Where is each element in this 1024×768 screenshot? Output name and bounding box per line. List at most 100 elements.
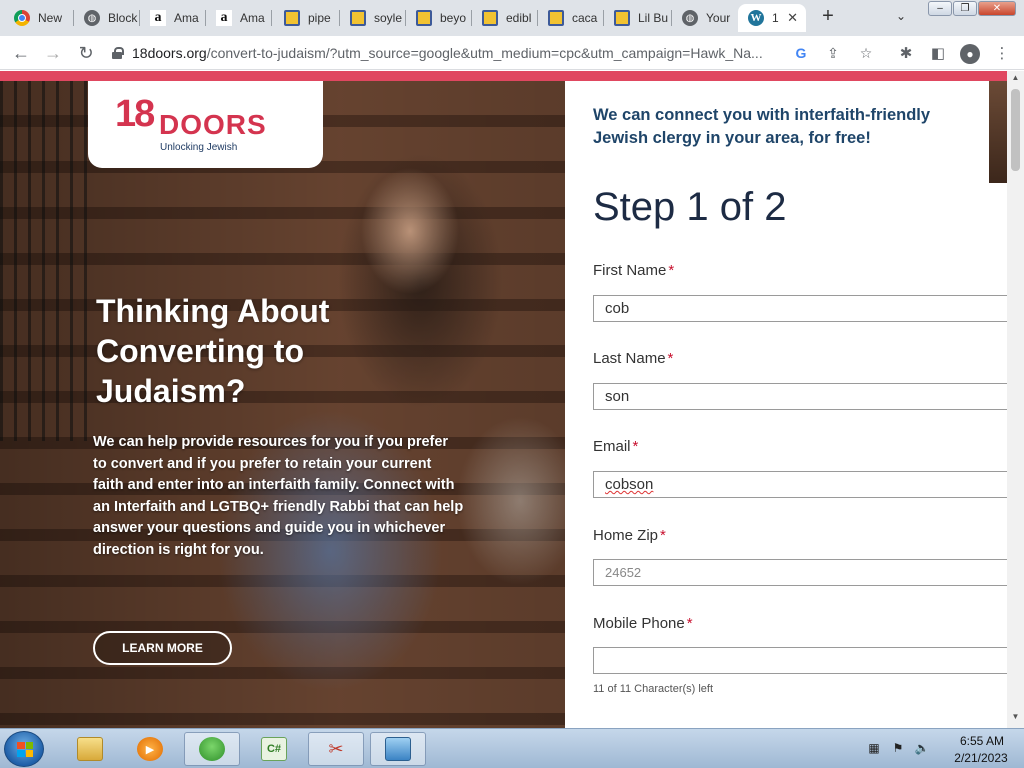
side-panel-icon[interactable]: ◧ — [928, 44, 948, 64]
clock-time[interactable]: 6:55 AM — [950, 734, 1014, 748]
tab-pipe[interactable]: pipe — [274, 4, 340, 32]
tab-your[interactable]: ◍ Your — [672, 4, 738, 32]
folder-icon — [77, 737, 103, 761]
last-name-field[interactable]: son — [593, 383, 1013, 410]
shopping-bag-icon — [350, 10, 366, 26]
volume-icon[interactable]: 🔈 — [914, 741, 930, 757]
tab-lil-bu[interactable]: Lil Bu — [604, 4, 672, 32]
tab-block[interactable]: ◍ Block — [74, 4, 140, 32]
shopping-bag-icon — [416, 10, 432, 26]
logo-wordmark: DOORS — [159, 109, 267, 140]
extensions-puzzle-icon[interactable]: ✱ — [896, 44, 916, 64]
required-marker: * — [632, 438, 639, 455]
first-name-field[interactable]: cob — [593, 295, 1013, 322]
learn-more-button[interactable]: LEARN MORE — [93, 631, 232, 665]
clock-date[interactable]: 2/21/2023 — [944, 751, 1018, 765]
label-text: Home Zip — [593, 527, 659, 544]
menu-kebab-icon[interactable]: ⋮ — [992, 44, 1012, 64]
taskbar-image-viewer[interactable] — [370, 732, 426, 766]
hero-body-text: We can help provide resources for you if… — [93, 434, 464, 558]
required-marker: * — [667, 350, 674, 367]
first-name-label: First Name * — [593, 262, 674, 279]
shopping-bag-icon — [482, 10, 498, 26]
form-step-heading: Step 1 of 2 — [593, 185, 787, 229]
home-zip-label: Home Zip * — [593, 527, 666, 544]
taskbar-media-player[interactable]: ▶ — [122, 732, 178, 766]
tab-label: beyo — [440, 11, 467, 25]
scroll-down-arrow-icon[interactable]: ▼ — [1007, 712, 1024, 724]
taskbar-snipping-tool[interactable]: ✂ — [308, 732, 364, 766]
tab-amazon-1[interactable]: a Ama — [140, 4, 206, 32]
character-counter: 11 of 11 Character(s) left — [593, 683, 714, 695]
media-player-icon: ▶ — [137, 737, 163, 761]
logo-tagline: Unlocking Jewish — [160, 142, 238, 153]
new-tab-button[interactable]: + — [818, 6, 838, 26]
url-text[interactable]: 18doors.org/convert-to-judaism/?utm_sour… — [132, 45, 792, 61]
tab-caca[interactable]: caca — [538, 4, 604, 32]
tab-edibl[interactable]: edibl — [472, 4, 538, 32]
minimize-button[interactable]: – — [928, 1, 952, 16]
globe-icon: ◍ — [84, 10, 100, 26]
required-marker: * — [668, 262, 675, 279]
mobile-phone-field[interactable] — [593, 647, 1013, 674]
back-arrow-icon[interactable]: ← — [10, 42, 32, 64]
tab-beyo[interactable]: beyo — [406, 4, 472, 32]
top-accent-band — [0, 71, 1024, 81]
tab-new[interactable]: New — [4, 4, 74, 32]
address-bar[interactable]: 18doors.org/convert-to-judaism/?utm_sour… — [108, 40, 884, 66]
browser-app-icon — [199, 737, 225, 761]
scroll-thumb[interactable] — [1011, 89, 1020, 171]
tab-label: 1 — [772, 11, 779, 25]
tab-active-wordpress[interactable]: W 1 ✕ — [738, 4, 806, 32]
amazon-icon: a — [150, 10, 166, 26]
chrome-icon — [14, 10, 30, 26]
windows-taskbar: ▶ C# ✂ ▦ ⚑ 🔈 6:55 AM 2/21/2023 — [0, 728, 1024, 768]
start-button[interactable] — [4, 731, 44, 767]
url-path: /convert-to-judaism/?utm_source=google&u… — [206, 45, 763, 61]
home-zip-field[interactable]: 24652 — [593, 559, 1013, 586]
windows-logo-icon — [17, 742, 33, 757]
globe-icon: ◍ — [682, 10, 698, 26]
hero-title: Thinking About Converting to Judaism? — [96, 293, 330, 409]
wordpress-icon: W — [748, 10, 764, 26]
tab-label: edibl — [506, 11, 532, 25]
tab-strip: New ◍ Block a Ama a Ama pipe soyle beyo edi… — [0, 0, 1024, 36]
right-photo-strip — [989, 81, 1007, 183]
shopping-bag-icon — [548, 10, 564, 26]
forward-arrow-icon[interactable]: → — [42, 42, 64, 64]
google-lens-icon[interactable]: G — [792, 44, 810, 62]
reload-icon[interactable]: ↻ — [75, 42, 97, 64]
action-center-flag-icon[interactable]: ⚑ — [890, 741, 906, 757]
form-intro: We can connect you with interfaith-frien… — [593, 106, 931, 147]
tab-soyle[interactable]: soyle — [340, 4, 406, 32]
profile-avatar-icon[interactable]: ● — [960, 44, 980, 64]
close-tab-icon[interactable]: ✕ — [787, 10, 798, 26]
network-icon[interactable]: ▦ — [866, 741, 882, 757]
logo-mark: 18 — [115, 93, 155, 135]
tab-label: pipe — [308, 11, 331, 25]
amazon-icon: a — [216, 10, 232, 26]
maximize-button[interactable]: ❐ — [953, 1, 977, 16]
label-text: Last Name — [593, 350, 666, 367]
csharp-icon: C# — [261, 737, 287, 761]
tab-label: Your — [706, 11, 731, 25]
scroll-up-arrow-icon[interactable]: ▲ — [1007, 73, 1024, 85]
scissors-icon: ✂ — [328, 738, 344, 759]
lock-icon[interactable] — [112, 47, 124, 59]
page-scrollbar[interactable]: ▲ ▼ — [1007, 71, 1024, 728]
taskbar-file-explorer[interactable] — [62, 732, 118, 766]
shopping-bag-icon — [284, 10, 300, 26]
taskbar-chrome[interactable] — [184, 732, 240, 766]
tab-label: New — [38, 11, 63, 25]
taskbar-csharp-app[interactable]: C# — [246, 732, 302, 766]
close-window-button[interactable]: ✕ — [978, 1, 1016, 16]
share-icon[interactable]: ⇪ — [824, 44, 842, 62]
site-logo[interactable]: 18 DOORS Unlocking Jewish — [88, 81, 323, 168]
tab-label: Block — [108, 11, 138, 25]
tab-amazon-2[interactable]: a Ama — [206, 4, 272, 32]
tab-search-chevron-icon[interactable]: ⌄ — [896, 9, 906, 23]
email-field[interactable]: cobson — [593, 471, 1013, 498]
bookmark-star-icon[interactable]: ☆ — [857, 44, 875, 62]
last-name-label: Last Name * — [593, 350, 673, 367]
tab-label: Ama — [174, 11, 199, 25]
